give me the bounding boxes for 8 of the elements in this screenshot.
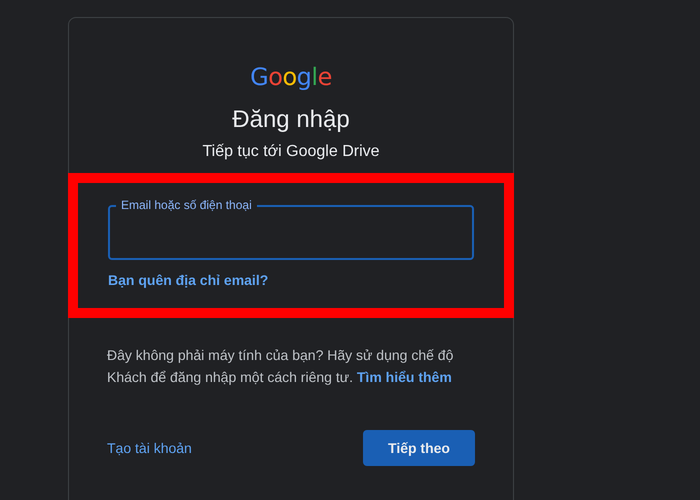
guest-mode-note: Đây không phải máy tính của bạn? Hãy sử dụng chế độ Khách để đăng nhập một cách riêng tư. Tìm hiểu thêm	[107, 346, 454, 387]
create-account-link[interactable]: Tạo tài khoản	[107, 440, 192, 456]
next-button[interactable]: Tiếp theo	[363, 430, 475, 466]
subtitle: Tiếp tục tới Google Drive	[202, 142, 380, 162]
learn-more-link[interactable]: Tìm hiểu thêm	[356, 369, 452, 385]
logo: Google	[250, 63, 332, 91]
forgot-email-link[interactable]: Bạn quên địa chỉ email?	[108, 270, 268, 290]
page-title: Đăng nhập	[232, 105, 350, 135]
